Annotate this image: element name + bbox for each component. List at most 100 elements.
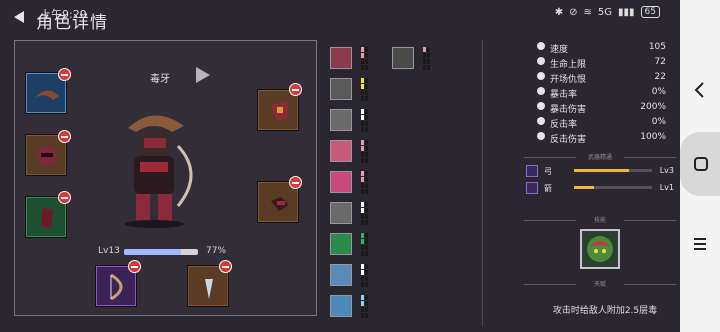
stat-row: 暴击伤害 200%	[536, 100, 670, 115]
boot-icon	[537, 42, 545, 50]
mastery-label: 箭	[544, 184, 552, 193]
inventory-item-rarity	[423, 47, 431, 70]
stat-label: 反击率	[550, 120, 578, 130]
inventory-item[interactable]	[330, 109, 352, 131]
nav-menu-button[interactable]	[680, 230, 720, 258]
stat-label: 暴击率	[550, 90, 578, 100]
hero-left-leg	[136, 194, 150, 222]
remove-gloves-button[interactable]	[289, 176, 302, 189]
stat-value: 22	[654, 72, 666, 82]
stat-value: 100%	[640, 132, 666, 142]
inventory-item[interactable]	[330, 202, 352, 224]
inventory-item-rarity	[361, 295, 369, 318]
signal-label: 5G	[597, 6, 613, 18]
equip-slot-weapon[interactable]	[96, 266, 136, 306]
mastery-level: Lv3	[659, 166, 674, 175]
equip-slot-armor[interactable]	[258, 90, 298, 130]
stat-label: 开场仇恨	[550, 75, 587, 85]
mastery-bar	[574, 186, 652, 189]
inventory-item-rarity	[361, 109, 369, 132]
inventory-item-rarity	[361, 140, 369, 163]
stat-label: 速度	[550, 45, 569, 55]
hero-character	[124, 115, 193, 228]
arrow-icon	[526, 182, 538, 194]
nav-home-button[interactable]	[680, 132, 720, 196]
inventory-item-rarity	[361, 171, 369, 194]
divider	[482, 40, 483, 326]
wifi-icon: ≋	[583, 6, 592, 18]
hat-icon	[35, 90, 59, 100]
inventory-item[interactable]	[330, 233, 352, 255]
level-row: Lv13 77%	[98, 246, 238, 258]
armor-icon	[271, 101, 289, 121]
heart-icon	[537, 57, 545, 65]
remove-ammo-button[interactable]	[219, 260, 232, 273]
remove-mask-button[interactable]	[58, 130, 71, 143]
inventory-item-rarity	[361, 47, 369, 70]
stat-row: 反击率 0%	[536, 115, 670, 130]
home-square-icon	[694, 157, 708, 171]
inventory-item[interactable]	[330, 295, 352, 317]
mastery-section-title: 武器精通	[520, 152, 680, 162]
hero-bow	[176, 144, 193, 207]
counter-icon	[537, 117, 545, 125]
mastery-label: 弓	[544, 167, 552, 176]
stats-list: 速度 105 生命上限 72 开场仇恨 22 暴击率 0% 暴击伤害 200% 反击率 0% 反击伤害 1…	[536, 40, 670, 145]
equip-slot-cape[interactable]	[26, 197, 66, 237]
inventory-item-rarity	[361, 233, 369, 256]
counter-damage-icon	[537, 132, 545, 140]
stat-row: 开场仇恨 22	[536, 70, 670, 85]
weapon-name: 毒牙	[150, 74, 170, 85]
stat-value: 105	[648, 42, 666, 52]
stat-value: 0%	[651, 117, 666, 127]
skill-icon[interactable]	[580, 229, 620, 269]
mastery-row: 弓 Lv3	[526, 164, 676, 178]
remove-helmet-button[interactable]	[58, 68, 71, 81]
inventory-item-rarity	[361, 264, 369, 287]
signal-icon: ▮▮▮	[618, 6, 635, 18]
hero-shadow	[124, 220, 184, 228]
talent-description: 攻击时给敌人附加2.5层毒	[552, 306, 658, 316]
remove-cape-button[interactable]	[58, 191, 71, 204]
hero-mask	[144, 138, 166, 148]
quiver-icon	[205, 279, 213, 299]
inventory-item[interactable]	[330, 171, 352, 193]
inventory-item[interactable]	[330, 264, 352, 286]
hero-right-leg	[158, 194, 172, 222]
stat-value: 200%	[640, 102, 666, 112]
cape-icon	[41, 208, 53, 228]
bow-icon	[110, 273, 123, 301]
stat-row: 速度 105	[536, 40, 670, 55]
stat-value: 0%	[651, 87, 666, 97]
hero-belt	[140, 162, 168, 172]
level-label: Lv13	[98, 246, 120, 256]
burst-icon	[537, 87, 545, 95]
plant-monster-icon	[587, 236, 613, 262]
skill-section-title: 技能	[520, 215, 680, 225]
hero-body	[134, 156, 174, 194]
burst-damage-icon	[537, 102, 545, 110]
stat-value: 72	[654, 57, 666, 67]
remove-armor-button[interactable]	[289, 83, 302, 96]
inventory-item-rarity	[361, 78, 369, 101]
remove-weapon-button[interactable]	[128, 260, 141, 273]
inventory-item[interactable]	[330, 140, 352, 162]
stat-row: 反击伤害 100%	[536, 130, 670, 145]
inventory-item-crossbow[interactable]	[392, 47, 414, 69]
stat-label: 暴击伤害	[550, 105, 587, 115]
stat-row: 生命上限 72	[536, 55, 670, 70]
inventory-item[interactable]	[330, 78, 352, 100]
exp-bar-fill	[124, 249, 181, 255]
nav-back-button[interactable]	[680, 76, 720, 104]
inventory-item[interactable]	[330, 47, 352, 69]
gloves-icon	[271, 197, 289, 211]
menu-icon	[694, 238, 706, 250]
exp-bar	[124, 249, 198, 255]
back-button[interactable]	[12, 8, 28, 26]
hero-hat	[128, 115, 184, 132]
bluetooth-icon: ✱	[554, 6, 564, 18]
mask-icon	[37, 146, 57, 166]
inventory-item-rarity	[361, 202, 369, 225]
next-weapon-button[interactable]	[194, 66, 210, 84]
mastery-bar-fill	[574, 169, 629, 172]
